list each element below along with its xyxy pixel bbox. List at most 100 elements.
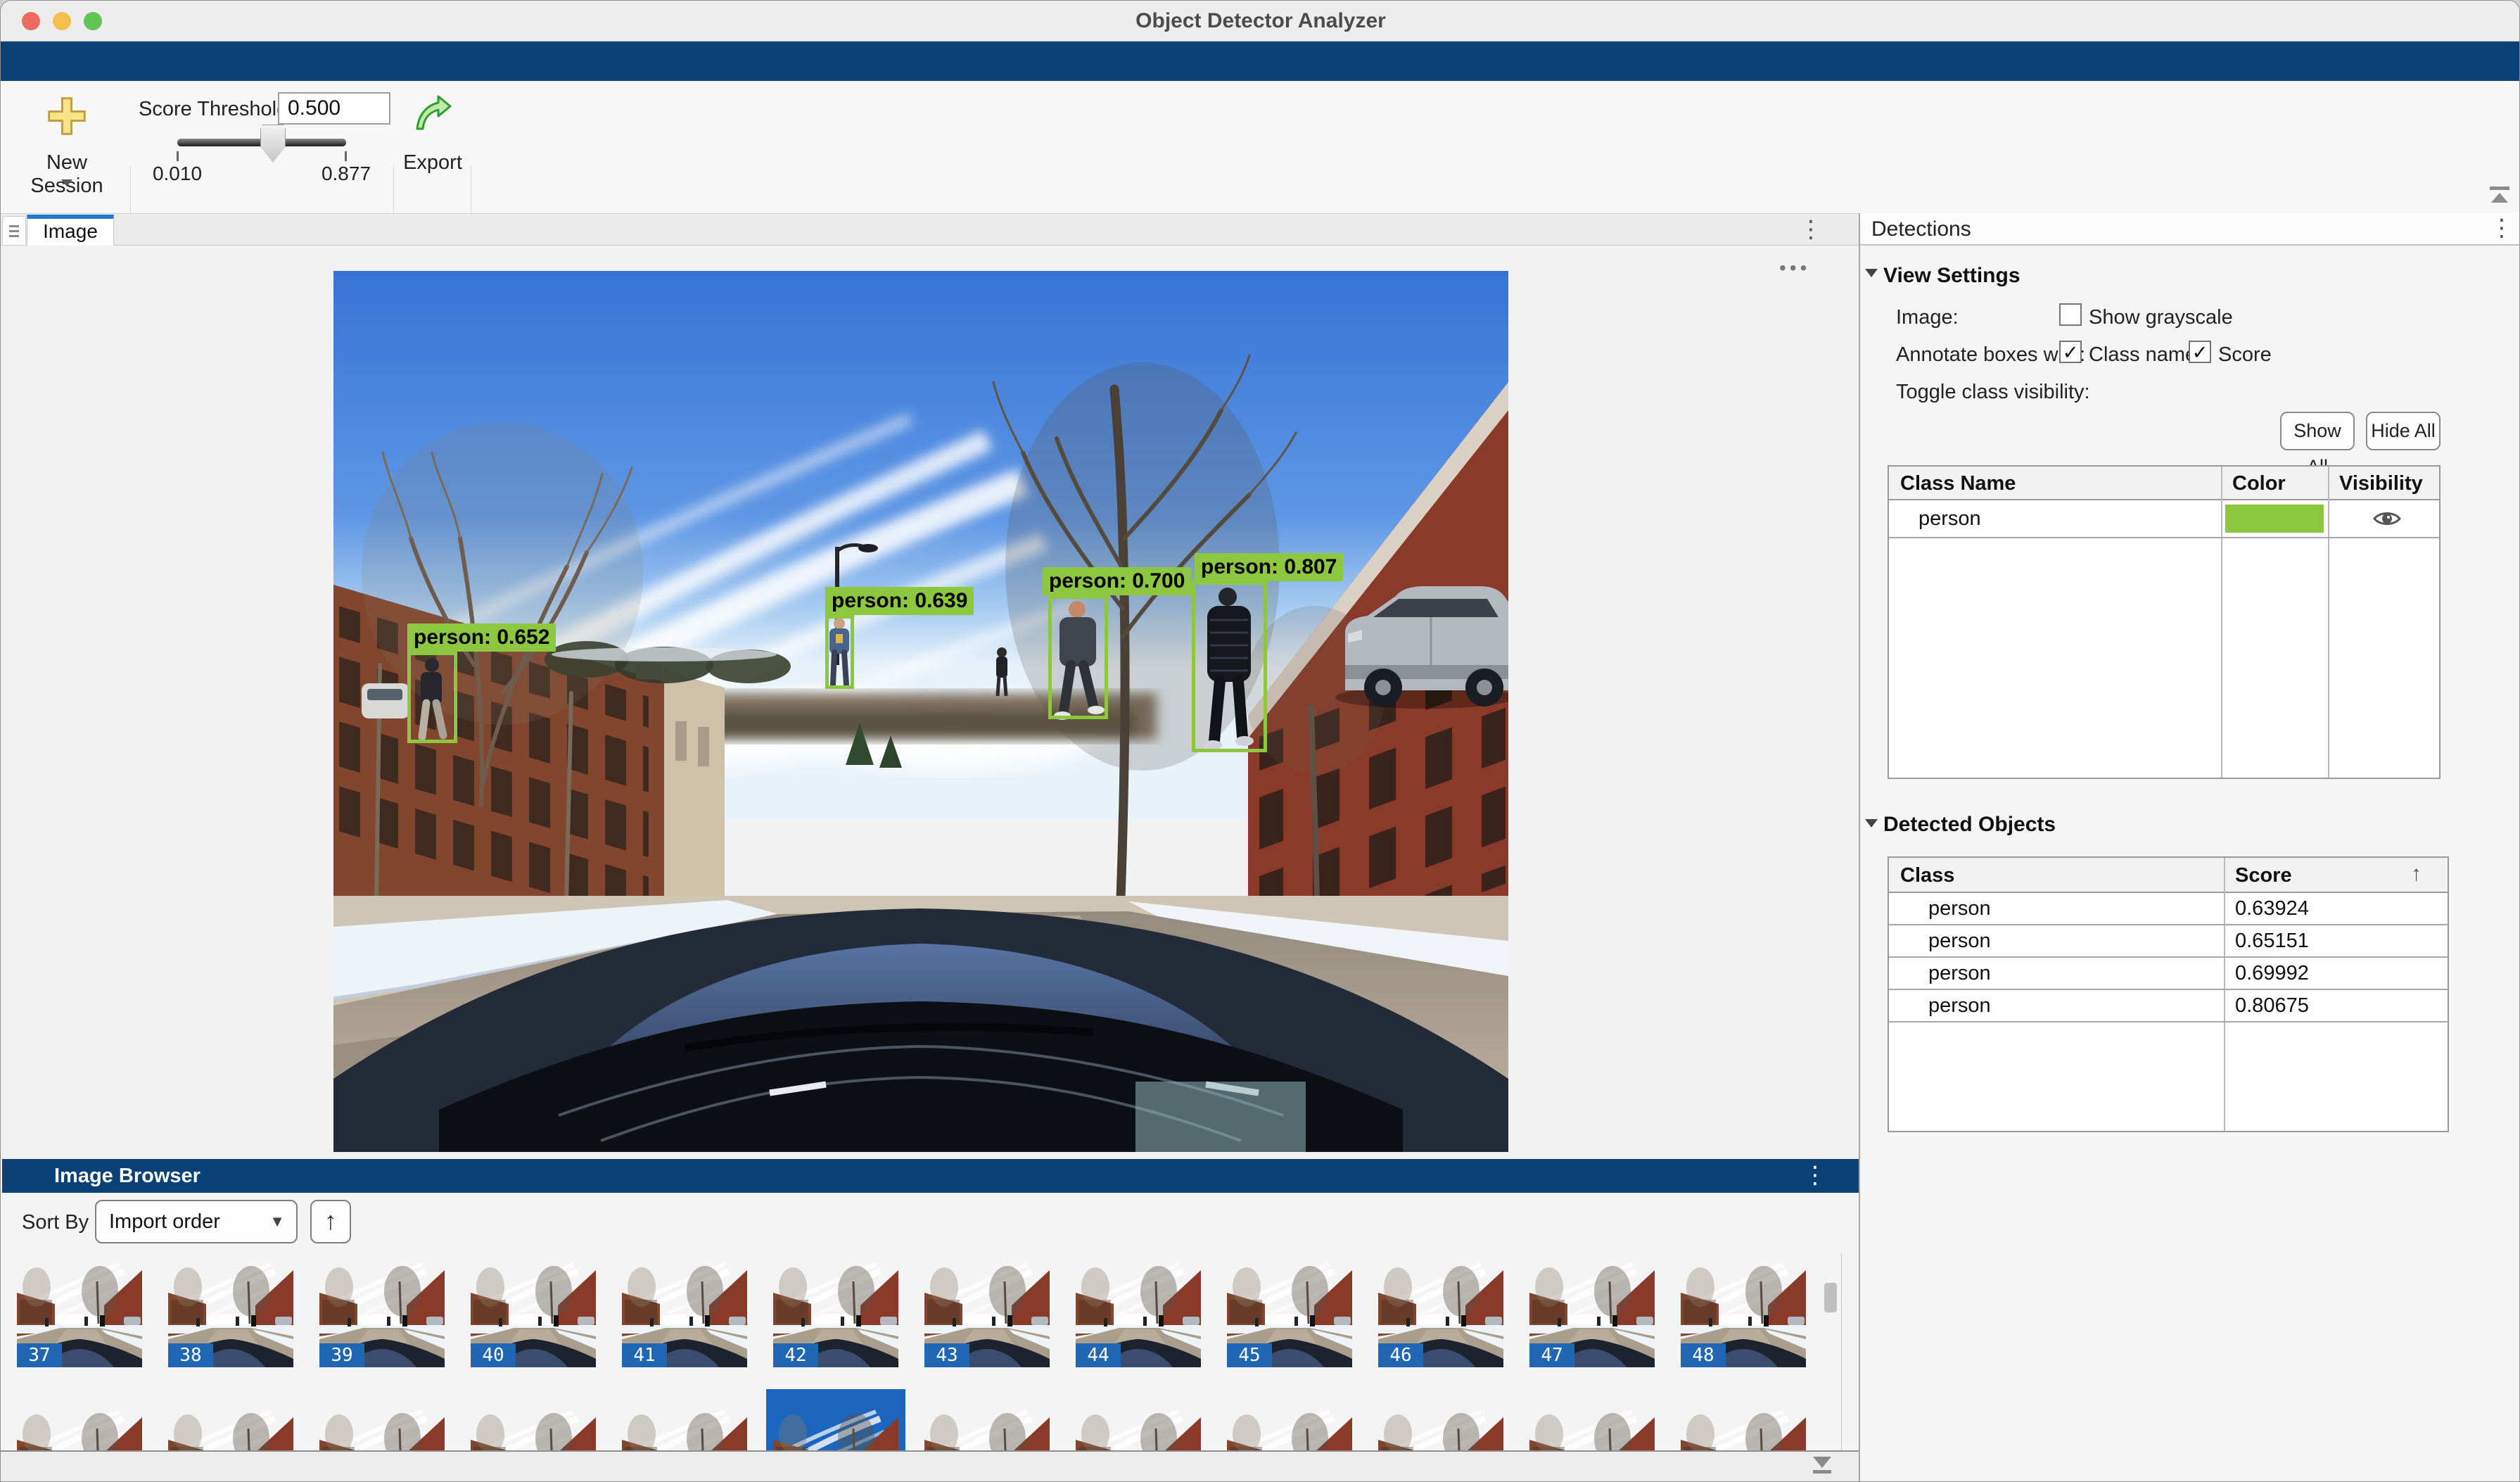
thumbnail[interactable]: 48 — [1681, 1256, 1806, 1367]
new-session-label: New Session — [15, 151, 119, 198]
detections-panel-header: Detections ⋮ — [1860, 213, 2520, 246]
thumbnail-number: 47 — [1529, 1343, 1574, 1367]
class-name-label: Class name — [2089, 343, 2196, 367]
detected-objects-table: Class Score ↑ person 0.63924 person 0.65… — [1888, 856, 2449, 1132]
class-cell: person — [1928, 930, 1991, 953]
score-threshold-input[interactable] — [278, 92, 390, 125]
thumbnail-scrollbar[interactable] — [1824, 1283, 1837, 1312]
thumbnail[interactable] — [1529, 1403, 1655, 1450]
scroll-to-end-icon[interactable] — [1813, 1457, 1831, 1474]
thumbnail-number: 40 — [471, 1343, 516, 1367]
panel-handle-icon[interactable] — [2, 216, 26, 246]
thumbnail[interactable] — [924, 1403, 1050, 1450]
image-browser-menu-icon[interactable]: ⋮ — [1803, 1163, 1827, 1187]
new-session-dropdown-icon — [61, 179, 72, 186]
thumbnail[interactable] — [1378, 1403, 1503, 1450]
window-title: Object Detector Analyzer — [1, 9, 2520, 33]
score-cell: 0.80675 — [2235, 994, 2309, 1018]
class-visibility-table: Class Name Color Visibility person — [1888, 465, 2441, 779]
export-icon — [413, 94, 454, 134]
browser-bottom-bar — [1, 1450, 1859, 1482]
detection-box — [1048, 595, 1108, 719]
class-cell: person — [1928, 897, 1991, 920]
sort-direction-button[interactable]: ↑ — [310, 1200, 351, 1243]
image-tab-menu-icon[interactable]: ⋮ — [1799, 217, 1823, 241]
detection-label: person: 0.652 — [407, 623, 556, 652]
show-all-button[interactable]: Show All — [2280, 412, 2355, 450]
sort-ascending-icon[interactable]: ↑ — [2411, 862, 2422, 886]
table-row[interactable]: person 0.80675 — [1889, 990, 2448, 1021]
thumbnail[interactable]: 38 — [168, 1256, 293, 1367]
thumbnail[interactable]: 40 — [471, 1256, 596, 1367]
table-row[interactable]: person 0.63924 — [1889, 893, 2448, 924]
col-class-name: Class Name — [1900, 472, 2016, 495]
detected-objects-section-toggle[interactable] — [1865, 818, 1878, 831]
thumbnail[interactable] — [1076, 1403, 1201, 1450]
ribbon-toolbar: New Session FILE Score Threshold 0.010 0… — [1, 81, 2520, 214]
image-browser-title: Image Browser — [54, 1165, 201, 1188]
hide-all-button[interactable]: Hide All — [2366, 412, 2441, 450]
show-grayscale-label: Show grayscale — [2089, 306, 2233, 329]
thumbnail[interactable] — [168, 1403, 293, 1450]
thumbnail[interactable]: 44 — [1076, 1256, 1201, 1367]
score-label: Score — [2218, 343, 2272, 367]
title-bar: Object Detector Analyzer — [1, 1, 2520, 42]
table-row[interactable]: person 0.69992 — [1889, 958, 2448, 989]
detection-label: person: 0.807 — [1195, 553, 1343, 581]
sort-by-dropdown[interactable]: Import order ▼ — [95, 1200, 298, 1243]
thumbnail[interactable]: 43 — [924, 1256, 1050, 1367]
thumbnail[interactable] — [1227, 1403, 1352, 1450]
annotate-row-label: Annotate boxes with: — [1896, 343, 2085, 367]
detections-menu-icon[interactable]: ⋮ — [2490, 216, 2514, 240]
detections-panel-title: Detections — [1871, 217, 1971, 241]
detection-box — [825, 615, 854, 689]
class-color-swatch[interactable] — [2225, 505, 2324, 533]
thumbnail[interactable]: 46 — [1378, 1256, 1503, 1367]
class-cell: person — [1928, 962, 1991, 985]
tab-image[interactable]: Image — [27, 215, 114, 246]
thumbnail[interactable]: 41 — [622, 1256, 747, 1367]
new-session-button[interactable]: New Session — [15, 91, 119, 196]
image-browser-header: Image Browser ⋮ — [2, 1159, 1859, 1193]
detected-objects-title: Detected Objects — [1883, 813, 2056, 837]
collapse-ribbon-button[interactable] — [2490, 186, 2509, 203]
view-settings-section-toggle[interactable] — [1865, 268, 1878, 281]
road-scene — [333, 271, 1508, 1152]
axes-toolbar-icon[interactable]: ••• — [1779, 257, 1810, 279]
score-checkbox[interactable]: ✓ — [2189, 341, 2211, 363]
thumbnail-selected[interactable] — [766, 1389, 905, 1450]
visibility-eye-icon[interactable] — [2373, 509, 2401, 528]
show-grayscale-checkbox[interactable] — [2059, 303, 2082, 326]
thumbnail[interactable]: 37 — [17, 1256, 142, 1367]
table-row[interactable]: person — [1889, 500, 2439, 537]
thumbnail[interactable]: 42 — [773, 1256, 898, 1367]
thumbnail[interactable]: 39 — [319, 1256, 445, 1367]
image-row-label: Image: — [1896, 306, 1959, 329]
new-session-plus-icon — [46, 95, 88, 137]
thumbnail[interactable]: 47 — [1529, 1256, 1655, 1367]
thumbnail[interactable] — [622, 1403, 747, 1450]
sort-by-label: Sort By — [22, 1211, 89, 1234]
thumbnail-grid: 37 38 39 40 41 42 43 44 45 46 47 48 — [1, 1253, 1823, 1450]
sort-by-value: Import order — [109, 1210, 220, 1233]
col-score: Score — [2235, 864, 2292, 887]
thumbnail-number: 41 — [622, 1343, 667, 1367]
dropdown-arrow-icon: ▼ — [269, 1201, 285, 1242]
class-name-checkbox[interactable]: ✓ — [2059, 341, 2082, 363]
thumbnail-number: 42 — [773, 1343, 818, 1367]
thumbnail[interactable] — [1681, 1403, 1806, 1450]
score-threshold-slider-handle[interactable] — [260, 125, 286, 163]
class-cell: person — [1918, 507, 1981, 531]
table-row[interactable]: person 0.65151 — [1889, 925, 2448, 956]
parked-car — [362, 683, 409, 718]
export-button[interactable]: Export — [399, 91, 466, 196]
col-visibility: Visibility — [2339, 472, 2423, 495]
thumbnail[interactable]: 45 — [1227, 1256, 1352, 1367]
detection-label: person: 0.700 — [1043, 567, 1191, 595]
thumbnail[interactable] — [319, 1403, 445, 1450]
export-label: Export — [390, 151, 475, 175]
thumbnail[interactable] — [17, 1403, 142, 1450]
thumbnail-number: 48 — [1681, 1343, 1726, 1367]
thumbnail-number: 45 — [1227, 1343, 1272, 1367]
thumbnail[interactable] — [471, 1403, 596, 1450]
